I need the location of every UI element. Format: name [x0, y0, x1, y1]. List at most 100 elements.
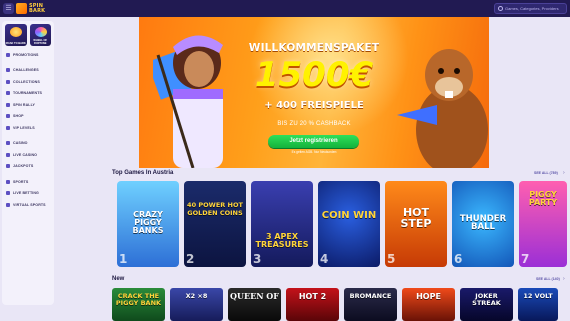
chevron-right-icon[interactable]: › — [563, 171, 567, 176]
sidebar-item-label: COLLECTIONS — [13, 79, 40, 84]
sports-icon — [6, 179, 10, 184]
sidebar-item-promotions[interactable]: PROMOTIONS — [2, 49, 54, 61]
banner-cashback: BIS ZU 20 % CASHBACK — [277, 121, 351, 127]
game-title: HOPE — [416, 292, 441, 301]
game-title: HOT STEP — [400, 206, 432, 230]
top-games-title: Top Games In Austria — [112, 170, 174, 176]
tournament-icon — [6, 91, 10, 96]
live-casino-icon — [6, 152, 10, 157]
sidebar-item-vip-levels[interactable]: VIP LEVELS — [2, 122, 54, 134]
sidebar-item-label: SHOP — [13, 114, 24, 119]
welcome-banner[interactable]: WILLKOMMENSPAKET 1500€ + 400 FREISPIELE … — [139, 17, 489, 168]
new-games-row: CRACK THE PIGGY BANK X2 ×8 QUEEN OF HOT … — [112, 288, 558, 321]
hamburger-icon[interactable]: ☰ — [3, 3, 14, 14]
sidebar-item-label: SPIN RALLY — [13, 102, 36, 107]
logo[interactable]: SPIN BARK — [16, 2, 45, 15]
sidebar: ROAD TO BARK WHEEL OF FORTUNE PROMOTIONS… — [2, 21, 54, 305]
banner-girl-character — [153, 35, 223, 168]
game-title: COIN WIN — [321, 210, 377, 221]
sidebar-item-spin-rally[interactable]: SPIN RALLY — [2, 99, 54, 111]
search-icon — [498, 6, 503, 11]
game-tile[interactable]: QUEEN OF — [228, 288, 281, 321]
game-tile[interactable]: HOT STEP 5 — [385, 181, 447, 267]
game-tile[interactable]: 12 VOLT — [518, 288, 558, 321]
game-title: PIGGY PARTY — [528, 190, 558, 207]
sidebar-item-label: VIP LEVELS — [13, 125, 35, 130]
game-rank: 7 — [521, 252, 530, 266]
game-tile[interactable]: 40 POWER HOT GOLDEN COINS 2 — [184, 181, 246, 267]
game-tile[interactable]: X2 ×8 — [170, 288, 223, 321]
sidebar-item-label: CASINO — [13, 141, 28, 146]
game-rank: 5 — [387, 252, 396, 266]
game-tile[interactable]: HOT 2 — [286, 288, 339, 321]
game-title: CRAZY PIGGY BANKS — [132, 210, 164, 235]
sidebar-item-label: LIVE BETTING — [13, 191, 39, 196]
game-title: 3 APEX TREASURES — [255, 232, 309, 249]
game-title: THUNDER BALL — [459, 214, 507, 232]
collection-icon — [6, 79, 10, 84]
game-tile[interactable]: COIN WIN 4 — [318, 181, 380, 267]
register-button[interactable]: Jetzt registrieren — [268, 135, 359, 148]
game-title: 12 VOLT — [523, 292, 553, 300]
sidebar-item-casino[interactable]: CASINO — [2, 138, 54, 150]
sidebar-item-virtual-sports[interactable]: VIRTUAL SPORTS — [2, 199, 54, 211]
game-rank: 1 — [119, 252, 128, 266]
game-rank: 2 — [186, 252, 195, 266]
gift-icon — [6, 52, 10, 57]
new-games-title: New — [112, 276, 125, 282]
game-tile[interactable]: PIGGY PARTY 7 — [519, 181, 567, 267]
virtual-sports-icon — [6, 202, 10, 207]
game-rank: 4 — [320, 252, 329, 266]
sidebar-item-challenges[interactable]: CHALLENGES — [2, 65, 54, 77]
logo-text: SPIN BARK — [29, 2, 46, 14]
game-rank: 6 — [454, 252, 463, 266]
game-title: JOKER STREAK — [472, 292, 501, 307]
top-games-row: CRAZY PIGGY BANKS 1 40 POWER HOT GOLDEN … — [117, 181, 567, 267]
jackpot-icon — [6, 164, 10, 169]
shop-icon — [6, 114, 10, 119]
game-tile[interactable]: BROMANCE — [344, 288, 397, 321]
banner-free-spins: + 400 FREISPIELE — [264, 100, 364, 111]
game-tile[interactable]: JOKER STREAK — [460, 288, 513, 321]
sidebar-item-label: LIVE CASINO — [13, 152, 38, 157]
sidebar-item-collections[interactable]: COLLECTIONS — [2, 76, 54, 88]
chevron-right-icon[interactable]: › — [563, 277, 567, 282]
game-title: QUEEN OF — [230, 291, 279, 301]
game-rank: 3 — [253, 252, 262, 266]
top-bar: ☰ SPIN BARK Games, Categories, Providers — [0, 0, 570, 17]
sidebar-item-label: SPORTS — [13, 179, 29, 184]
road-to-bark-art — [10, 27, 22, 37]
sidebar-item-live-casino[interactable]: LIVE CASINO — [2, 149, 54, 161]
sidebar-nav: PROMOTIONS CHALLENGES COLLECTIONS TOURNA… — [2, 46, 54, 211]
wheel-of-fortune-label: WHEEL OF FORTUNE — [33, 39, 48, 45]
sidebar-item-shop[interactable]: SHOP — [2, 111, 54, 123]
game-title: 40 POWER HOT GOLDEN COINS — [187, 201, 243, 217]
top-games-see-all[interactable]: SEE ALL (789) — [534, 171, 558, 175]
game-tile[interactable]: HOPE — [402, 288, 455, 321]
new-games-see-all[interactable]: SEE ALL (140) — [536, 277, 560, 281]
casino-icon — [6, 141, 10, 146]
sidebar-item-label: CHALLENGES — [13, 68, 39, 73]
game-tile[interactable]: CRACK THE PIGGY BANK — [112, 288, 165, 321]
game-title: CRACK THE PIGGY BANK — [115, 292, 162, 307]
sidebar-item-tournaments[interactable]: TOURNAMENTS — [2, 88, 54, 100]
trophy-icon — [6, 68, 10, 73]
sidebar-item-label: TOURNAMENTS — [13, 91, 42, 96]
road-to-bark-card[interactable]: ROAD TO BARK — [5, 24, 27, 46]
sidebar-item-live-betting[interactable]: LIVE BETTING — [2, 188, 54, 200]
sidebar-item-jackpots[interactable]: JACKPOTS — [2, 161, 54, 173]
road-to-bark-label: ROAD TO BARK — [5, 42, 26, 45]
banner-terms: Es gelten AGB. Nur Neukunden — [291, 150, 337, 154]
search-box[interactable]: Games, Categories, Providers — [494, 3, 567, 14]
sidebar-item-label: PROMOTIONS — [13, 52, 39, 57]
banner-beaver-character — [397, 49, 488, 168]
wheel-of-fortune-card[interactable]: WHEEL OF FORTUNE — [29, 24, 51, 46]
game-title: X2 ×8 — [185, 292, 208, 300]
live-betting-icon — [6, 191, 10, 196]
game-tile[interactable]: 3 APEX TREASURES 3 — [251, 181, 313, 267]
sidebar-item-sports[interactable]: SPORTS — [2, 176, 54, 188]
search-input[interactable]: Games, Categories, Providers — [505, 6, 559, 11]
game-tile[interactable]: THUNDER BALL 6 — [452, 181, 514, 267]
sidebar-promo-cards: ROAD TO BARK WHEEL OF FORTUNE — [2, 21, 54, 46]
game-tile[interactable]: CRAZY PIGGY BANKS 1 — [117, 181, 179, 267]
